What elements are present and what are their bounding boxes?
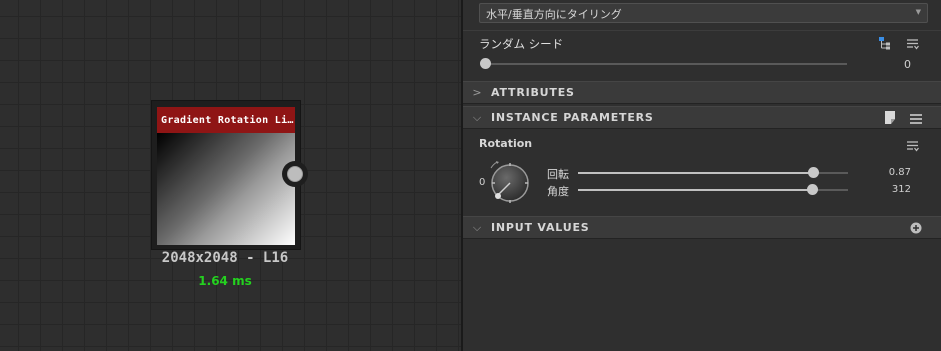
chevron-down-icon: ▼ (915, 8, 921, 16)
node-compute-time: 1.64 ms (198, 274, 252, 288)
node-title: Gradient Rotation Li… (161, 114, 294, 126)
chevron-down-icon: ⌵ (472, 220, 482, 234)
graph-canvas[interactable]: Gradient Rotation Li… 2048x2048 - L16 1.… (0, 0, 461, 351)
attributes-section-header[interactable]: > ATTRIBUTES (463, 81, 941, 104)
page-icon[interactable] (883, 110, 899, 126)
input-values-section-header[interactable]: ⌵ INPUT VALUES (463, 216, 941, 239)
random-seed-slider[interactable] (485, 63, 847, 65)
divider-line (463, 30, 941, 31)
menu-icon[interactable] (905, 36, 921, 52)
node-resolution: 2048x2048 - L16 (161, 250, 289, 266)
rotation-group-label: Rotation (479, 137, 533, 150)
graph-node[interactable]: Gradient Rotation Li… (151, 100, 308, 250)
angle-label: 角度 (547, 185, 569, 198)
plus-circle-icon[interactable] (910, 222, 922, 234)
chevron-right-icon: > (472, 86, 482, 99)
random-seed-value[interactable]: 0 (883, 58, 911, 71)
angle-slider-fill (578, 189, 812, 191)
menu-icon[interactable] (908, 111, 924, 127)
attributes-section-title: ATTRIBUTES (491, 86, 575, 99)
angle-slider-handle[interactable] (807, 184, 818, 195)
node-thumbnail (157, 133, 295, 245)
turns-value[interactable]: 0.87 (863, 167, 911, 178)
turns-slider-handle[interactable] (808, 167, 819, 178)
output-port[interactable] (282, 161, 308, 187)
properties-panel: 水平/垂直方向にタイリング ▼ ランダム シード 0 > ATTRIBUTES … (463, 0, 941, 351)
random-seed-label: ランダム シード (479, 37, 564, 51)
chevron-down-icon: ⌵ (472, 110, 482, 124)
rotation-dial[interactable] (485, 156, 535, 206)
menu-icon[interactable] (905, 138, 921, 154)
input-values-section-title: INPUT VALUES (491, 221, 590, 234)
node-header[interactable]: Gradient Rotation Li… (157, 107, 295, 133)
angle-value[interactable]: 312 (863, 184, 911, 195)
turns-slider-fill (578, 172, 813, 174)
output-port-circle (287, 166, 303, 182)
tiling-dropdown-value: 水平/垂直方向にタイリング (486, 8, 622, 21)
tiling-dropdown[interactable]: 水平/垂直方向にタイリング ▼ (479, 3, 928, 23)
hierarchy-icon[interactable] (877, 35, 893, 51)
instance-parameters-section-title: INSTANCE PARAMETERS (491, 111, 654, 124)
instance-parameters-section-header[interactable]: ⌵ INSTANCE PARAMETERS (463, 106, 941, 129)
turns-label: 回転 (547, 168, 569, 181)
random-seed-slider-handle[interactable] (480, 58, 491, 69)
